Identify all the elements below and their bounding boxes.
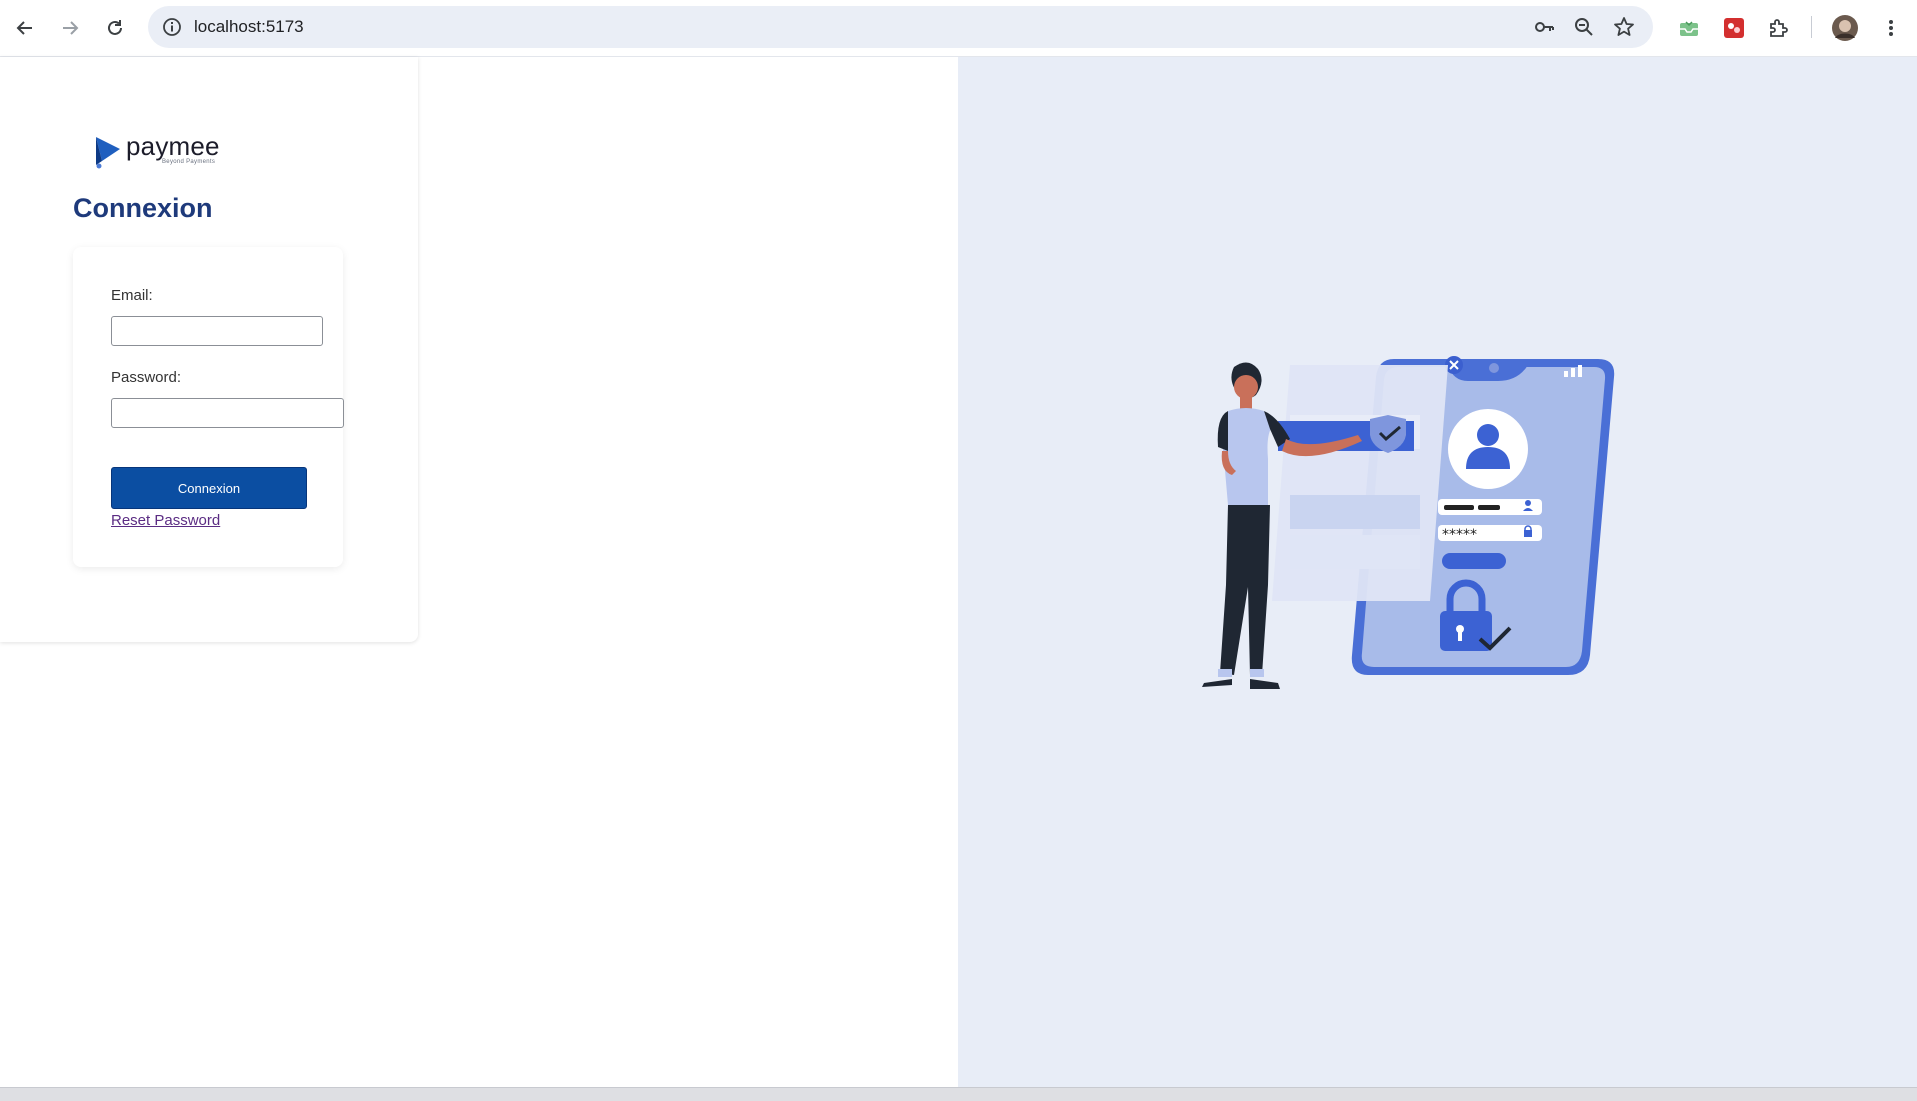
paymee-logo-mark-icon xyxy=(96,137,120,169)
password-field[interactable] xyxy=(111,398,344,428)
reload-icon[interactable] xyxy=(99,12,131,44)
login-pane: paymee Beyond Payments Connexion Email: … xyxy=(0,57,958,1087)
illustration-panel: ***** xyxy=(958,57,1917,1087)
star-icon[interactable] xyxy=(1608,11,1640,43)
login-form: Email: Password: Connexion Reset Passwor… xyxy=(73,247,344,567)
login-card: paymee Beyond Payments Connexion Email: … xyxy=(0,57,418,642)
more-vert-icon[interactable] xyxy=(1875,12,1907,44)
login-illustration: ***** xyxy=(1202,356,1615,689)
connexion-button[interactable]: Connexion xyxy=(111,467,307,509)
info-icon[interactable] xyxy=(156,11,188,43)
browser-toolbar: localhost:5173 xyxy=(0,0,1917,57)
forward-arrow-icon[interactable] xyxy=(54,12,86,44)
address-bar[interactable]: localhost:5173 xyxy=(148,6,1653,48)
email-label: Email: xyxy=(111,287,153,304)
page-title: Connexion xyxy=(73,193,213,223)
puzzle-icon[interactable] xyxy=(1763,12,1795,44)
bottom-edge-strip xyxy=(0,1087,1917,1101)
password-label: Password: xyxy=(111,369,182,386)
logo-text: paymee xyxy=(126,131,220,161)
paymee-logo: paymee Beyond Payments xyxy=(94,131,244,175)
extension-red-icon[interactable] xyxy=(1718,12,1750,44)
key-icon[interactable] xyxy=(1528,11,1560,43)
extension-inbox-icon[interactable] xyxy=(1673,12,1705,44)
logo-tagline: Beyond Payments xyxy=(162,159,216,165)
email-field[interactable] xyxy=(111,316,323,346)
page-viewport: paymee Beyond Payments Connexion Email: … xyxy=(0,57,1917,1087)
toolbar-divider xyxy=(1811,16,1812,38)
avatar[interactable] xyxy=(1829,12,1861,44)
zoom-icon[interactable] xyxy=(1568,11,1600,43)
svg-text:*****: ***** xyxy=(1442,527,1477,543)
url-text[interactable]: localhost:5173 xyxy=(194,17,304,37)
back-arrow-icon[interactable] xyxy=(9,12,41,44)
reset-password-link[interactable]: Reset Password xyxy=(111,512,220,529)
